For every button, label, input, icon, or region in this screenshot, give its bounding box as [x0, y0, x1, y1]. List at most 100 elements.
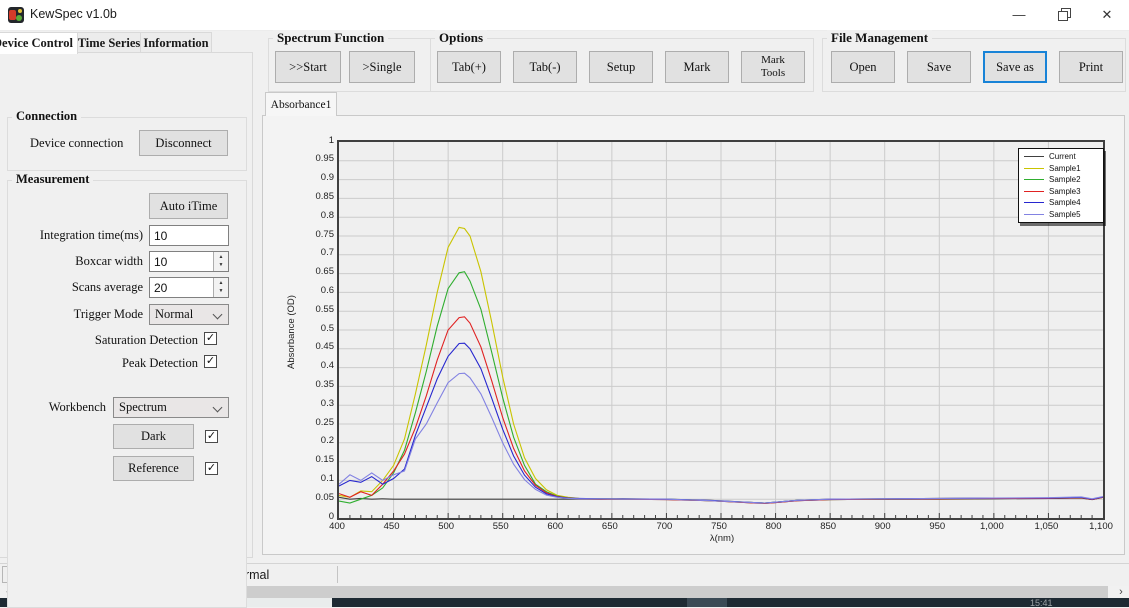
legend-label: Sample3 [1049, 187, 1081, 196]
scans-average-spinner[interactable]: ▲ ▼ [213, 278, 228, 297]
spin-up-icon[interactable]: ▲ [219, 281, 224, 286]
status-separator [337, 566, 338, 583]
taskbar-clock[interactable]: 15:41 [1030, 598, 1053, 607]
x-tick-label: 800 [752, 521, 796, 532]
x-tick-label: 450 [370, 521, 414, 532]
start-button[interactable]: >>Start [275, 51, 341, 83]
spin-down-icon[interactable]: ▼ [219, 289, 224, 294]
y-tick-label: 0.15 [300, 454, 334, 465]
y-tick-label: 0.75 [300, 229, 334, 240]
spin-down-icon[interactable]: ▼ [219, 263, 224, 268]
plot-canvas[interactable] [339, 142, 1103, 518]
scans-average-value: 20 [154, 281, 167, 295]
single-button[interactable]: >Single [349, 51, 415, 83]
scans-average-label: Scans average [16, 280, 143, 295]
y-tick-label: 0.05 [300, 492, 334, 503]
tab-plus-button[interactable]: Tab(+) [437, 51, 501, 83]
legend-entry: Sample3 [1022, 186, 1100, 198]
saturation-detection-checkbox[interactable]: ✓ [204, 332, 217, 345]
y-axis-label: Absorbance (OD) [286, 252, 300, 412]
y-tick-label: 0.55 [300, 304, 334, 315]
tab-minus-button[interactable]: Tab(-) [513, 51, 577, 83]
scroll-right-icon[interactable]: › [1113, 586, 1129, 598]
tab-information[interactable]: Information [140, 32, 212, 53]
y-tick-label: 0.95 [300, 153, 334, 164]
tab-minus-button-label: Tab(-) [529, 60, 560, 75]
reference-checkbox[interactable]: ✓ [205, 462, 218, 475]
trigger-mode-select[interactable]: Normal [149, 304, 229, 325]
reference-button[interactable]: Reference [113, 456, 194, 481]
x-tick-label: 500 [424, 521, 468, 532]
y-tick-label: 0.45 [300, 341, 334, 352]
restore-button-icon[interactable] [1046, 0, 1080, 29]
x-tick-label: 1,100 [1079, 521, 1123, 532]
legend-entry: Sample1 [1022, 163, 1100, 175]
save-as-button[interactable]: Save as [983, 51, 1047, 83]
setup-button[interactable]: Setup [589, 51, 653, 83]
peak-detection-checkbox[interactable]: ✓ [204, 355, 217, 368]
scrollbar-thumb[interactable] [110, 586, 1108, 598]
chevron-down-icon [213, 310, 223, 320]
tab-plus-button-label: Tab(+) [452, 60, 486, 75]
spectrum-function-header: Spectrum Function [273, 30, 388, 46]
legend-entry: Current [1022, 151, 1100, 163]
tab-information-label: Information [143, 36, 208, 51]
mark-button-label: Mark [683, 60, 710, 75]
y-tick-label: 0.85 [300, 191, 334, 202]
chart-legend: CurrentSample1Sample2Sample3Sample4Sampl… [1018, 148, 1104, 223]
mark-button[interactable]: Mark [665, 51, 729, 83]
integration-time-label: Integration time(ms) [16, 228, 143, 243]
tab-absorbance1[interactable]: Absorbance1 [265, 92, 337, 116]
minimize-button-icon[interactable]: — [1002, 0, 1036, 29]
x-axis-label: λ(nm) [692, 533, 752, 544]
x-tick-label: 600 [533, 521, 577, 532]
print-button[interactable]: Print [1059, 51, 1123, 83]
mark-tools-button[interactable]: Mark Tools [741, 51, 805, 83]
x-tick-label: 900 [861, 521, 905, 532]
legend-line-icon [1024, 191, 1044, 192]
open-button[interactable]: Open [831, 51, 895, 83]
save-button[interactable]: Save [907, 51, 971, 83]
title-bar: KewSpec v1.0b — ✕ [0, 0, 1129, 31]
boxcar-width-input[interactable]: 10 ▲ ▼ [149, 251, 229, 272]
tab-device-control[interactable]: Device Control [0, 32, 78, 54]
tab-time-series[interactable]: Time Series [76, 32, 142, 53]
legend-line-icon [1024, 168, 1044, 169]
y-tick-label: 0.25 [300, 417, 334, 428]
disconnect-button[interactable]: Disconnect [139, 130, 228, 156]
boxcar-width-spinner[interactable]: ▲ ▼ [213, 252, 228, 271]
legend-line-icon [1024, 202, 1044, 203]
app-logo-icon [8, 7, 24, 23]
legend-label: Sample4 [1049, 198, 1081, 207]
spin-up-icon[interactable]: ▲ [219, 255, 224, 260]
chart-pane: Absorbance1 Absorbance (OD) 00.050.10.15… [262, 92, 1127, 558]
x-tick-label: 700 [642, 521, 686, 532]
legend-line-icon [1024, 156, 1044, 157]
y-tick-label: 0.7 [300, 247, 334, 258]
x-tick-label: 850 [806, 521, 850, 532]
file-management-group: File Management Open Save Save as Print [822, 38, 1126, 92]
integration-time-value: 10 [154, 229, 167, 243]
legend-entry: Sample5 [1022, 209, 1100, 221]
workbench-select[interactable]: Spectrum [113, 397, 229, 418]
dark-checkbox[interactable]: ✓ [205, 430, 218, 443]
dark-button[interactable]: Dark [113, 424, 194, 449]
auto-itime-button[interactable]: Auto iTime [149, 193, 228, 219]
measurement-group: Measurement Auto iTime Integration time(… [7, 180, 247, 608]
legend-label: Sample1 [1049, 164, 1081, 173]
mark-tools-button-label: Mark Tools [754, 54, 792, 79]
y-tick-label: 0.8 [300, 210, 334, 221]
save-button-label: Save [927, 60, 951, 75]
y-tick-label: 1 [300, 135, 334, 146]
close-button-icon[interactable]: ✕ [1090, 0, 1124, 29]
integration-time-input[interactable]: 10 [149, 225, 229, 246]
window-title: KewSpec v1.0b [30, 7, 117, 21]
connection-group: Connection Device connection Disconnect [7, 117, 247, 171]
measurement-header: Measurement [12, 172, 93, 187]
x-tick-label: 1,000 [970, 521, 1014, 532]
plot-area[interactable] [337, 140, 1105, 520]
scans-average-input[interactable]: 20 ▲ ▼ [149, 277, 229, 298]
dark-button-label: Dark [141, 429, 166, 444]
taskbar-app-icon[interactable] [687, 598, 727, 607]
y-tick-label: 0.3 [300, 398, 334, 409]
